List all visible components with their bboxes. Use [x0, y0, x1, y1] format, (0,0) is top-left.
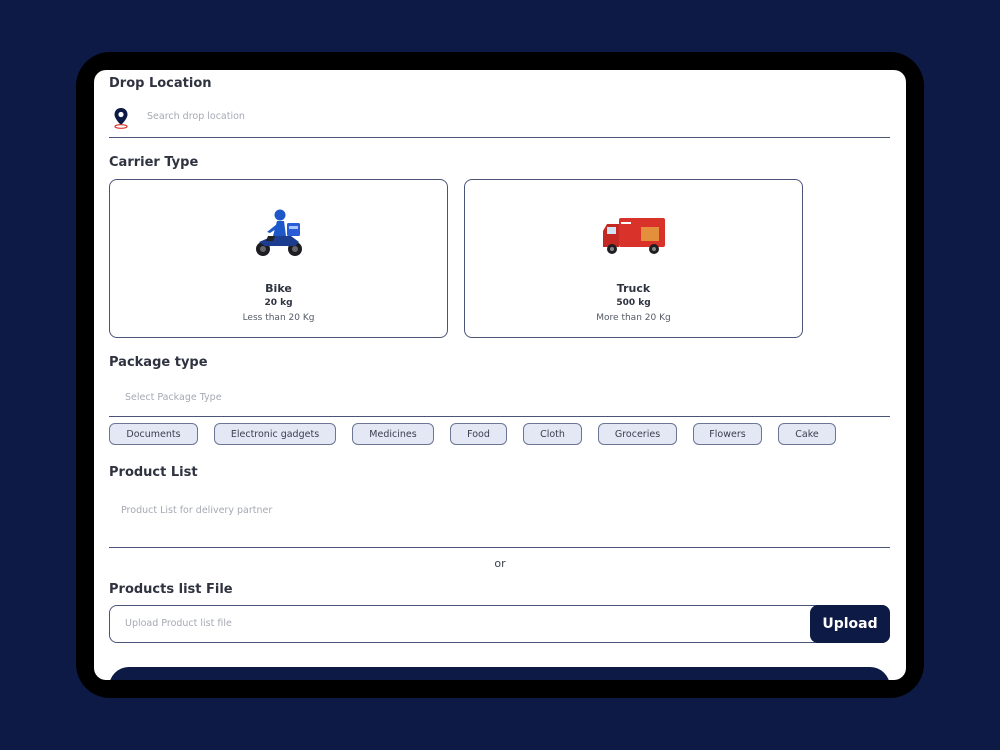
truck-weight: 500 kg — [616, 298, 651, 308]
chip-groceries[interactable]: Groceries — [598, 423, 677, 445]
bike-description: Less than 20 Kg — [242, 313, 315, 323]
product-list-textarea[interactable]: Product List for delivery partner — [109, 494, 890, 548]
carrier-option-bike[interactable]: Bike 20 kg Less than 20 Kg — [109, 179, 448, 338]
chip-cake[interactable]: Cake — [778, 423, 836, 445]
truck-icon — [601, 215, 667, 261]
drop-location-input[interactable]: Search drop location — [109, 102, 890, 138]
products-file-label: Products list File — [109, 582, 233, 597]
truck-title: Truck — [616, 282, 651, 295]
location-pin-icon — [113, 107, 129, 133]
package-type-label: Package type — [109, 355, 208, 370]
carrier-option-truck[interactable]: Truck 500 kg More than 20 Kg — [464, 179, 803, 338]
chip-medicines[interactable]: Medicines — [352, 423, 434, 445]
products-file-input[interactable]: Upload Product list file Upload — [109, 605, 890, 643]
product-list-label: Product List — [109, 465, 198, 480]
package-type-select[interactable]: Select Package Type — [109, 382, 890, 417]
drop-location-placeholder: Search drop location — [147, 111, 245, 122]
chip-electronic-gadgets[interactable]: Electronic gadgets — [214, 423, 336, 445]
bike-weight: 20 kg — [264, 298, 293, 308]
truck-description: More than 20 Kg — [596, 313, 671, 323]
products-file-placeholder: Upload Product list file — [125, 618, 232, 629]
or-divider-text: or — [494, 557, 506, 570]
bike-title: Bike — [265, 282, 292, 295]
bike-rider-icon — [251, 206, 307, 262]
app-screen: Drop Location Search drop location Carri… — [94, 70, 906, 680]
chip-documents[interactable]: Documents — [109, 423, 198, 445]
drop-location-label: Drop Location — [109, 76, 212, 91]
chip-flowers[interactable]: Flowers — [693, 423, 762, 445]
package-type-placeholder: Select Package Type — [125, 392, 222, 403]
chip-food[interactable]: Food — [450, 423, 507, 445]
carrier-type-label: Carrier Type — [109, 155, 199, 170]
chip-cloth[interactable]: Cloth — [523, 423, 582, 445]
product-list-placeholder: Product List for delivery partner — [121, 505, 273, 516]
submit-button[interactable] — [109, 667, 890, 680]
upload-button[interactable]: Upload — [810, 605, 890, 643]
